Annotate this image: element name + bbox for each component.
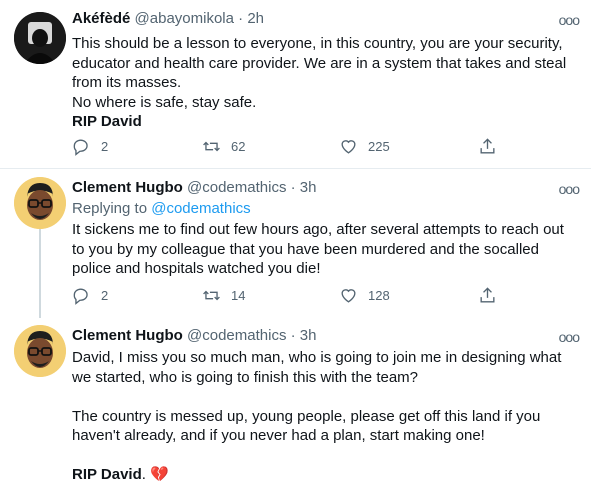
retweet-button[interactable]: 62 [202,137,245,156]
tweet-line: haven't already, and if you never had a … [72,427,485,444]
tweet-2[interactable]: Clement Hugbo @codemathics · 3h ooo Repl… [0,169,591,317]
more-icon[interactable]: ooo [559,181,580,197]
reply-button[interactable]: 2 [72,286,108,305]
tweet-line: This should be a lesson to everyone, in … [72,35,563,52]
like-count: 225 [368,139,390,154]
more-icon[interactable]: ooo [559,12,580,28]
share-icon [480,287,495,303]
tweet-line: educator and health care provider. We ar… [72,54,567,72]
reply-icon [73,288,88,305]
like-button[interactable]: 128 [339,286,390,305]
author-name[interactable]: Clement Hugbo [72,327,183,344]
tweet-header: Clement Hugbo @codemathics · 3h [72,179,316,196]
author-handle[interactable]: @codemathics [187,327,286,344]
retweet-icon [203,141,220,152]
author-name[interactable]: Akéfèdé [72,10,130,27]
tweet-1[interactable]: Akéfèdé @abayomikola · 2h ooo This shoul… [0,0,591,168]
retweet-count: 62 [231,139,246,154]
reply-button[interactable]: 2 [72,137,108,156]
tweet-line: David, I miss you so much man, who is go… [72,349,562,366]
tweet-actions: 2 14 128 [72,286,512,308]
tweet-3[interactable]: Clement Hugbo @codemathics · 3h ooo Davi… [0,317,591,485]
tweet-text: It sickens me to find out few hours ago,… [72,220,572,279]
avatar[interactable] [14,177,66,229]
replying-to-label: Replying to [72,200,148,217]
tweet-signoff-line: RIP David. 💔 [72,465,572,485]
tweet-line: from its masses. [72,74,182,91]
broken-heart-emoji: 💔 [150,466,169,483]
share-button[interactable] [478,137,507,156]
reply-icon [73,139,88,156]
more-icon[interactable]: ooo [559,329,580,345]
tweet-line: we started, who is going to finish this … [72,368,419,386]
tweet-line: to you by my colleague that you have bee… [72,240,539,258]
replying-to: Replying to @codemathics [72,200,251,217]
tweet-header: Akéfèdé @abayomikola · 2h [72,10,264,27]
replying-to-link[interactable]: @codemathics [151,200,250,217]
avatar[interactable] [14,12,66,64]
tweet-line: No where is safe, stay safe. [72,93,257,111]
tweet-time[interactable]: · 2h [238,10,264,27]
retweet-icon [203,290,220,301]
like-icon [341,289,356,303]
author-name[interactable]: Clement Hugbo [72,179,183,196]
share-button[interactable] [478,286,507,305]
tweet-line: It sickens me to find out few hours ago,… [72,221,564,238]
tweet-line: The country is messed up, young people, … [72,407,541,425]
share-icon [480,138,495,154]
tweet-actions: 2 62 225 [72,137,512,159]
reply-count: 2 [101,139,109,154]
tweet-text: This should be a lesson to everyone, in … [72,34,572,132]
like-button[interactable]: 225 [339,137,390,156]
tweet-text: David, I miss you so much man, who is go… [72,348,572,485]
like-count: 128 [368,288,390,303]
signoff-suffix: . [141,466,146,483]
retweet-button[interactable]: 14 [202,286,245,305]
tweet-time[interactable]: · 3h [291,327,317,344]
cartoon-glasses-avatar-icon [14,177,66,229]
tweet-header: Clement Hugbo @codemathics · 3h [72,327,316,344]
author-handle[interactable]: @abayomikola [135,10,234,27]
cartoon-glasses-avatar-icon [14,325,66,377]
author-handle[interactable]: @codemathics [187,179,286,196]
tweet-time[interactable]: · 3h [291,179,317,196]
like-icon [341,140,356,154]
retweet-count: 14 [231,288,246,303]
dark-silhouette-avatar-icon [14,12,66,64]
tweet-line: police and hospitals watched you die! [72,260,321,277]
tweet-signoff: RIP David [72,466,142,483]
avatar[interactable] [14,325,66,377]
reply-count: 2 [101,288,109,303]
tweet-signoff: RIP David [72,113,142,130]
